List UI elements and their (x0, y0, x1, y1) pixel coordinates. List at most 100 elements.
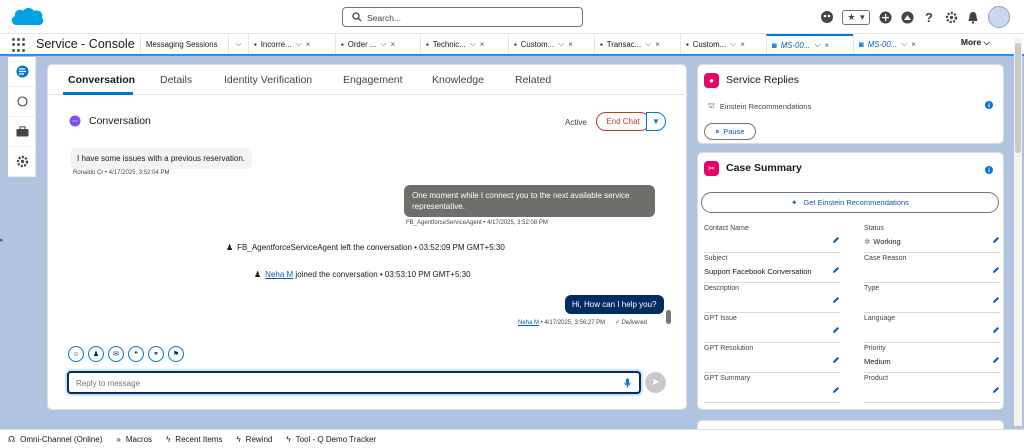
chevron-down-icon[interactable]: ⌵ (814, 40, 820, 50)
tab-related[interactable]: Related (515, 74, 551, 86)
info-icon[interactable] (985, 101, 993, 109)
tab-engagement[interactable]: Engagement (343, 74, 403, 86)
pencil-icon[interactable] (832, 236, 840, 246)
field-value-wrap: ✲ Working (864, 237, 901, 246)
rewind-utility[interactable]: ϟ Rewind (236, 435, 272, 444)
chat-scroll-thumb[interactable] (666, 310, 671, 324)
circle-icon[interactable] (8, 87, 36, 117)
astro-icon[interactable] (820, 10, 834, 24)
tab-details[interactable]: Details (160, 74, 192, 86)
pencil-icon[interactable] (832, 386, 840, 396)
workspace-tab[interactable]: ▪ Technic... ⌵ × (420, 34, 508, 54)
workspace-tab[interactable]: ▪ Custom... ⌵ × (508, 34, 594, 54)
pause-button[interactable]: ⏸ Pause (704, 123, 756, 140)
agent-link[interactable]: Neha M (265, 270, 293, 279)
trailhead-icon[interactable] (900, 10, 914, 24)
workspace-tab[interactable]: ▪ Transac... ⌵ × (594, 34, 680, 54)
pencil-icon[interactable] (992, 356, 1000, 366)
nav-menu-messaging-sessions[interactable]: Messaging Sessions (140, 34, 228, 54)
omni-icon[interactable] (8, 57, 36, 87)
app-launcher-icon[interactable] (12, 38, 26, 52)
add-icon[interactable] (878, 10, 892, 24)
tab-conversation[interactable]: Conversation (68, 74, 135, 86)
tab-identity-verification[interactable]: Identity Verification (224, 74, 312, 86)
tool-utility[interactable]: ϟ Tool - Q Demo Tracker (286, 435, 376, 444)
workspace-tab[interactable]: ▪ Incorre... ⌵ × (248, 34, 335, 54)
close-icon[interactable]: × (568, 40, 573, 49)
info-icon[interactable] (985, 166, 993, 174)
send-button[interactable]: ➤ (645, 372, 666, 393)
chevron-down-icon: ▾ (860, 11, 865, 22)
briefcase-icon[interactable] (8, 117, 36, 147)
system-event: ♟ FB_AgentforceServiceAgent left the con… (226, 243, 505, 252)
reply-box[interactable] (67, 371, 641, 394)
get-einstein-recommendations-button[interactable]: ✦ Get Einstein Recommendations (701, 192, 999, 213)
close-icon[interactable]: × (480, 40, 485, 49)
workspace-tab[interactable]: ▪ Custom... ⌵ × (680, 34, 766, 54)
page-scrollbar[interactable] (1014, 38, 1022, 426)
agent-link[interactable]: Neha M (518, 320, 539, 326)
user-avatar[interactable] (988, 6, 1010, 28)
close-icon[interactable]: × (390, 40, 395, 49)
gear-icon[interactable] (944, 10, 958, 24)
workspace-tab[interactable]: ◙ MS-00... ⌵ × (853, 34, 938, 54)
chevron-down-icon[interactable]: ⌵ (558, 39, 564, 49)
more-tabs-button[interactable]: More ⌵ (961, 37, 990, 48)
transfer-icon[interactable]: ♟ (88, 346, 104, 362)
end-chat-menu-button[interactable]: ▼ (646, 112, 666, 131)
close-icon[interactable]: × (740, 40, 745, 49)
page-scroll-thumb[interactable] (1015, 43, 1021, 153)
chat-scrollbar[interactable] (666, 143, 672, 329)
tab-label: Custom... (692, 39, 727, 49)
global-search[interactable]: Search... (342, 7, 583, 27)
nav-menu-dropdown[interactable]: ⌵ (228, 34, 248, 54)
close-icon[interactable]: × (306, 40, 311, 49)
flag-icon[interactable]: ⚑ (168, 346, 184, 362)
chat-bubble-icon[interactable]: ❝ (128, 346, 144, 362)
close-icon[interactable]: × (911, 40, 916, 49)
chevron-down-icon[interactable]: ⌵ (296, 39, 302, 49)
workspace-tab-active[interactable]: ◙ MS-00... ⌵ × (766, 34, 853, 54)
bell-icon[interactable] (966, 10, 980, 24)
recent-items-utility[interactable]: ϟ Recent Items (166, 435, 222, 444)
pencil-icon[interactable] (832, 266, 840, 276)
settings-gear-icon[interactable] (8, 147, 36, 177)
field-product: Product (864, 375, 1000, 403)
bot-message: One moment while I connect you to the ne… (404, 185, 655, 217)
workspace-tab[interactable]: ▪ Order ... ⌵ × (335, 34, 420, 54)
chevron-down-icon[interactable]: ⌵ (901, 39, 907, 49)
microphone-icon[interactable] (624, 378, 631, 388)
pencil-icon[interactable] (992, 266, 1000, 276)
global-header: Search... ★ ▾ ? (0, 0, 1024, 34)
end-chat-button[interactable]: End Chat (596, 112, 650, 131)
pencil-icon[interactable] (832, 296, 840, 306)
close-icon[interactable]: × (824, 41, 829, 50)
chevron-down-icon[interactable]: ⌵ (730, 39, 736, 49)
field-gpt-issue: GPT Issue (704, 315, 840, 343)
einstein-recommendations-label: ⛫ Einstein Recommendations (708, 101, 811, 111)
chevron-down-icon[interactable]: ⌵ (470, 39, 476, 49)
pencil-icon[interactable] (832, 356, 840, 366)
pencil-icon[interactable] (992, 326, 1000, 336)
pencil-icon[interactable] (992, 236, 1000, 246)
link-icon[interactable]: ⚭ (148, 346, 164, 362)
pencil-icon[interactable] (832, 326, 840, 336)
tab-label: MS-00... (867, 39, 898, 49)
pencil-icon[interactable] (992, 296, 1000, 306)
quick-text-icon[interactable]: ✉ (108, 346, 124, 362)
macros-utility[interactable]: » Macros (116, 435, 152, 444)
salesforce-logo[interactable] (9, 5, 45, 29)
tab-knowledge[interactable]: Knowledge (432, 74, 484, 86)
reply-input[interactable] (76, 377, 616, 389)
close-icon[interactable]: × (655, 40, 660, 49)
emoji-icon[interactable]: ☺ (68, 346, 84, 362)
favorites-button[interactable]: ★ ▾ (842, 9, 870, 25)
pencil-icon[interactable] (992, 386, 1000, 396)
star-icon: ★ (847, 11, 856, 22)
help-icon[interactable]: ? (922, 10, 936, 24)
tab-label: Transac... (606, 39, 642, 49)
omni-channel-utility[interactable]: ☊ Omni-Channel (Online) (8, 435, 102, 444)
panel-toggle-icon[interactable]: ▸ (0, 236, 4, 246)
chevron-down-icon[interactable]: ⌵ (645, 39, 651, 49)
chevron-down-icon[interactable]: ⌵ (380, 39, 386, 49)
